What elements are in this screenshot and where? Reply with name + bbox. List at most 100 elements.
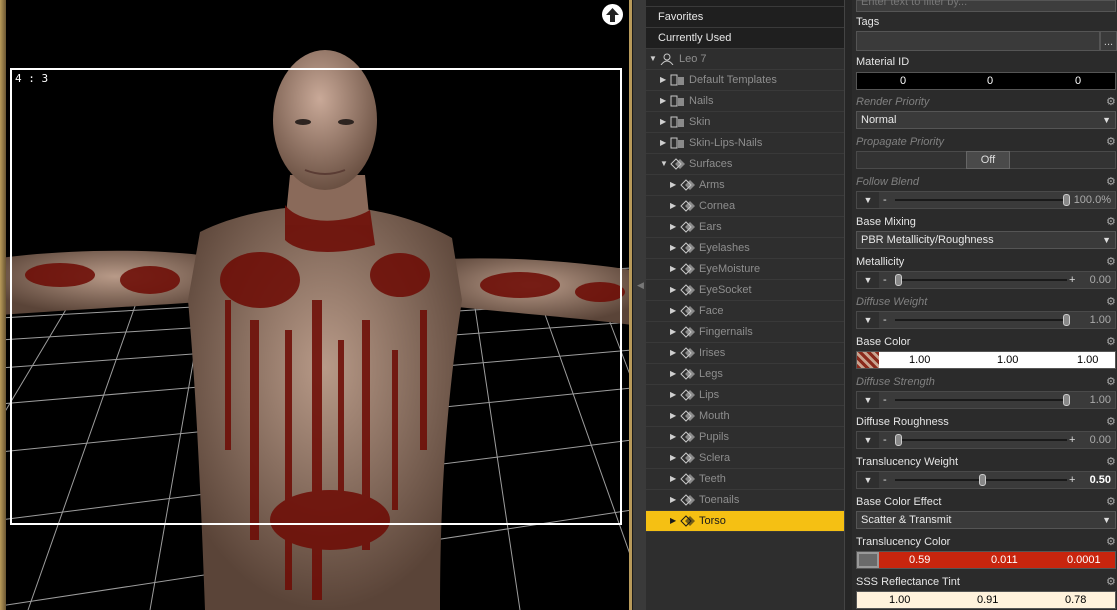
base-mixing-dropdown[interactable]: PBR Metallicity/Roughness ▼ [856,231,1116,249]
gear-icon[interactable]: ⚙ [1106,336,1117,348]
tree-item-root-leo-7[interactable]: ▼ Leo 7 [646,49,844,70]
panel-splitter[interactable]: ◀ [632,0,647,610]
tree-item-surface-eyelashes[interactable]: ▶ Eyelashes [646,238,844,259]
collapsed-arrow-icon[interactable]: ▶ [670,301,676,321]
tree-item-surface-face[interactable]: ▶ Face [646,301,844,322]
tree-item-surface-pupils[interactable]: ▶ Pupils [646,427,844,448]
filter-input[interactable]: Enter text to filter by... [856,0,1116,12]
plus-icon[interactable]: + [1069,272,1075,288]
gear-icon[interactable]: ⚙ [1106,416,1117,428]
tree-item-surfaces[interactable]: ▼ Surfaces [646,154,844,175]
tree-item-surface-irises[interactable]: ▶ Irises [646,343,844,364]
material-id-field[interactable]: 0 0 0 [856,72,1116,90]
collapsed-arrow-icon[interactable]: ▶ [670,196,676,216]
translucency-color-field[interactable]: 0.59 0.011 0.0001 [856,551,1116,569]
collapsed-arrow-icon[interactable]: ▶ [670,217,676,237]
tree-item-group-skin[interactable]: ▶ Skin [646,112,844,133]
minus-icon[interactable]: - [883,192,887,208]
tree-item-surface-cornea[interactable]: ▶ Cornea [646,196,844,217]
collapsed-arrow-icon[interactable]: ▶ [670,238,676,258]
slider-knob[interactable] [895,434,902,446]
follow-blend-slider[interactable]: ▼ - 100.0% [856,191,1116,209]
tree-item-surface-torso[interactable]: ▶ Torso [646,511,844,532]
metallicity-slider[interactable]: ▼ - + 0.00 [856,271,1116,289]
camera-up-icon[interactable] [602,4,623,25]
collapsed-arrow-icon[interactable]: ▶ [670,469,676,489]
collapsed-arrow-icon[interactable]: ▶ [670,259,676,279]
tree-item-surface-toenails[interactable]: ▶ Toenails [646,490,844,511]
diffuse-strength-slider[interactable]: ▼ - 1.00 [856,391,1116,409]
collapsed-arrow-icon[interactable]: ▶ [670,406,676,426]
tree-item-currently-used[interactable]: Currently Used [646,28,844,49]
expanded-arrow-icon[interactable]: ▼ [649,49,657,69]
3d-viewport[interactable]: 4 : 3 [0,0,632,610]
gear-icon[interactable]: ⚙ [1106,376,1117,388]
gear-icon[interactable]: ⚙ [1106,496,1117,508]
diffuse-roughness-slider[interactable]: ▼ - + 0.00 [856,431,1116,449]
chevron-down-icon[interactable]: ▼ [857,432,879,448]
tree-item-surface-sclera[interactable]: ▶ Sclera [646,448,844,469]
collapsed-arrow-icon[interactable]: ▶ [660,70,666,90]
tree-item-surface-legs[interactable]: ▶ Legs [646,364,844,385]
slider-knob[interactable] [1063,394,1070,406]
tags-input[interactable] [856,31,1100,51]
sss-reflectance-tint-field[interactable]: 1.00 0.91 0.78 [856,591,1116,609]
propagate-priority-toggle[interactable]: Off [966,151,1010,169]
collapsed-arrow-icon[interactable]: ▶ [660,112,666,132]
chevron-down-icon[interactable]: ▼ [857,392,879,408]
slider-knob[interactable] [1063,194,1070,206]
collapsed-arrow-icon[interactable]: ▶ [670,448,676,468]
plus-icon[interactable]: + [1069,432,1075,448]
base-color-field[interactable]: 1.00 1.00 1.00 [856,351,1116,369]
gear-icon[interactable]: ⚙ [1106,296,1117,308]
chevron-down-icon[interactable]: ▼ [857,472,879,488]
chevron-down-icon[interactable]: ▼ [857,192,879,208]
collapsed-arrow-icon[interactable]: ▶ [670,427,676,447]
base-color-effect-dropdown[interactable]: Scatter & Transmit ▼ [856,511,1116,529]
texture-thumbnail-icon[interactable] [857,552,879,568]
tree-item-surface-teeth[interactable]: ▶ Teeth [646,469,844,490]
collapsed-arrow-icon[interactable]: ▶ [670,364,676,384]
diffuse-weight-slider[interactable]: ▼ - 1.00 [856,311,1116,329]
tags-browse-button[interactable]: ... [1100,31,1117,51]
collapsed-arrow-icon[interactable]: ▶ [670,322,676,342]
plus-icon[interactable]: + [1069,472,1075,488]
slider-knob[interactable] [979,474,986,486]
gear-icon[interactable]: ⚙ [1106,256,1117,268]
collapsed-arrow-icon[interactable]: ▶ [660,91,666,111]
collapsed-arrow-icon[interactable]: ▶ [670,175,676,195]
gear-icon[interactable]: ⚙ [1106,96,1117,108]
gear-icon[interactable]: ⚙ [1106,456,1117,468]
tree-item-group-skin-lips-nails[interactable]: ▶ Skin-Lips-Nails [646,133,844,154]
tree-item-surface-ears[interactable]: ▶ Ears [646,217,844,238]
gear-icon[interactable]: ⚙ [1106,136,1117,148]
slider-knob[interactable] [895,274,902,286]
tree-item-group-nails[interactable]: ▶ Nails [646,91,844,112]
collapsed-arrow-icon[interactable]: ▶ [670,280,676,300]
tree-item-surface-eyemoisture[interactable]: ▶ EyeMoisture [646,259,844,280]
tree-item-surface-mouth[interactable]: ▶ Mouth [646,406,844,427]
minus-icon[interactable]: - [883,392,887,408]
chevron-down-icon[interactable]: ▼ [857,312,879,328]
chevron-down-icon[interactable]: ▼ [857,272,879,288]
render-priority-dropdown[interactable]: Normal ▼ [856,111,1116,129]
tree-item-favorites[interactable]: Favorites [646,7,844,28]
minus-icon[interactable]: - [883,312,887,328]
tree-item-surface-lips[interactable]: ▶ Lips [646,385,844,406]
tree-item-surface-eyesocket[interactable]: ▶ EyeSocket [646,280,844,301]
collapsed-arrow-icon[interactable]: ▶ [670,343,676,363]
tree-item-surface-fingernails[interactable]: ▶ Fingernails [646,322,844,343]
collapsed-arrow-icon[interactable]: ▶ [670,511,676,531]
translucency-weight-slider[interactable]: ▼ - + 0.50 [856,471,1116,489]
tree-item-group-default-templates[interactable]: ▶ Default Templates [646,70,844,91]
expanded-arrow-icon[interactable]: ▼ [660,154,668,174]
tree-item-surface-arms[interactable]: ▶ Arms [646,175,844,196]
collapsed-arrow-icon[interactable]: ▶ [660,133,666,153]
collapsed-arrow-icon[interactable]: ▶ [670,490,676,510]
gear-icon[interactable]: ⚙ [1106,576,1117,588]
gear-icon[interactable]: ⚙ [1106,176,1117,188]
minus-icon[interactable]: - [883,432,887,448]
texture-thumbnail-icon[interactable] [857,352,879,368]
slider-knob[interactable] [1063,314,1070,326]
collapsed-arrow-icon[interactable]: ▶ [670,385,676,405]
